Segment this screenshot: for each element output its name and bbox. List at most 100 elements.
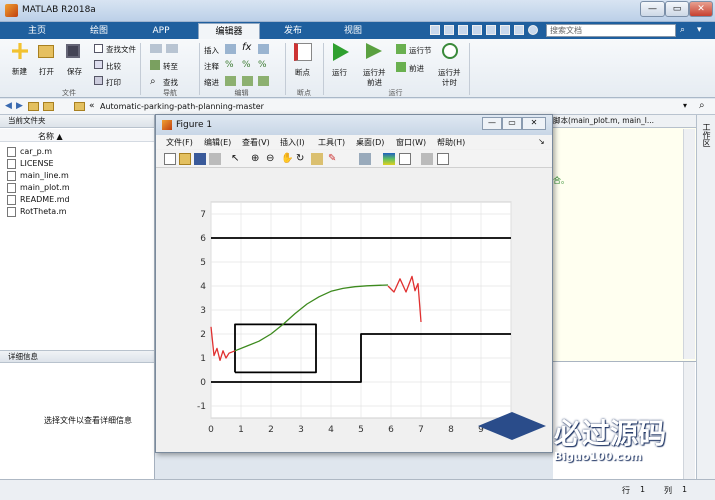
file-item[interactable]: README.md (7, 195, 70, 205)
rotate-3d-icon[interactable]: ↻ (296, 153, 308, 165)
print-figure-icon[interactable] (209, 153, 221, 165)
open-file-icon[interactable] (179, 153, 191, 165)
paste-icon[interactable] (472, 25, 482, 35)
decrease-indent-icon[interactable] (258, 76, 269, 86)
run-button[interactable]: 运行 (332, 67, 347, 78)
comment-button[interactable]: 注释 (204, 61, 219, 72)
status-bar: 行 1 列 1 (0, 479, 715, 500)
edit-plot-icon[interactable]: ↖ (231, 153, 243, 165)
find-button[interactable]: 查找 (163, 77, 178, 88)
compare-button[interactable]: 比较 (106, 61, 121, 72)
fx-icon[interactable]: fx (242, 42, 251, 53)
help-icon[interactable] (528, 25, 538, 35)
new-button[interactable]: 新建 (12, 66, 27, 77)
legend-icon[interactable] (399, 153, 411, 165)
increase-indent-icon[interactable] (242, 76, 253, 86)
advance-button[interactable]: 前进 (409, 63, 424, 74)
file-item[interactable]: car_p.m (7, 147, 52, 157)
maximize-button[interactable]: ▭ (665, 1, 689, 17)
data-cursor-icon[interactable] (311, 153, 323, 165)
find-files-button[interactable]: 查找文件 (106, 44, 136, 55)
run-section-button[interactable]: 运行节 (409, 45, 432, 56)
column-header-name[interactable]: 名称 ▲ (0, 129, 154, 142)
figure-window[interactable]: Figure 1 — ▭ ✕ 文件(F) 编辑(E) 查看(V) 插入(I) 工… (155, 114, 553, 453)
tab-plots[interactable]: 绘图 (74, 23, 124, 39)
copy-icon[interactable] (458, 25, 468, 35)
link-plot-icon[interactable] (359, 153, 371, 165)
x-tick-label: 3 (298, 425, 304, 435)
figure-close-button[interactable]: ✕ (522, 117, 546, 130)
redo-icon[interactable] (500, 25, 510, 35)
tab-apps[interactable]: APP (136, 23, 186, 39)
minimize-button[interactable]: — (640, 1, 665, 17)
save-button[interactable]: 保存 (67, 66, 82, 77)
tab-view[interactable]: 视图 (326, 23, 380, 39)
forward-icon[interactable]: ▶ (16, 101, 23, 111)
path-dropdown-icon[interactable]: ▾ (683, 101, 687, 110)
menu-view[interactable]: 查看(V) (242, 137, 270, 148)
file-item[interactable]: main_line.m (7, 171, 69, 181)
y-tick-label: 5 (200, 258, 206, 268)
tab-editor[interactable]: 编辑器 (198, 23, 260, 39)
back-icon[interactable]: ◀ (5, 101, 12, 111)
file-item[interactable]: main_plot.m (7, 183, 70, 193)
indent-button[interactable]: 缩进 (204, 77, 219, 88)
forward-history-icon[interactable] (166, 44, 178, 53)
breakpoints-button[interactable]: 断点 (295, 67, 310, 78)
menu-dock-icon[interactable]: ↘ (538, 137, 545, 146)
hide-plot-tools-icon[interactable] (421, 153, 433, 165)
cut-icon[interactable] (444, 25, 454, 35)
editor-tabs[interactable]: 脚本(main_plot.m, main_l... (553, 115, 696, 128)
insert-section-icon[interactable] (225, 44, 236, 54)
back-history-icon[interactable] (150, 44, 162, 53)
editor-scrollbar[interactable] (683, 129, 695, 359)
menu-file[interactable]: 文件(F) (166, 137, 193, 148)
goto-button[interactable]: 转至 (163, 61, 178, 72)
filter-icon[interactable]: ▾ (697, 25, 702, 35)
workspace-label[interactable]: 工作区 (701, 123, 712, 147)
smart-indent-icon[interactable] (225, 76, 236, 86)
save-icon[interactable] (430, 25, 440, 35)
save-figure-icon[interactable] (194, 153, 206, 165)
print-button[interactable]: 打印 (106, 77, 121, 88)
file-item[interactable]: LICENSE (7, 159, 54, 169)
menu-edit[interactable]: 编辑(E) (204, 137, 231, 148)
path-text[interactable]: Automatic-parking-path-planning-master (100, 102, 264, 111)
browse-folder-icon[interactable] (43, 102, 54, 111)
y-tick-label: 6 (200, 234, 206, 244)
file-icon (7, 159, 16, 169)
details-header: 详细信息 (0, 350, 154, 363)
tab-home[interactable]: 主页 (12, 23, 62, 39)
menu-desktop[interactable]: 桌面(D) (356, 137, 384, 148)
zoom-out-icon[interactable]: ⊖ (266, 153, 278, 165)
menu-insert[interactable]: 插入(I) (280, 137, 305, 148)
open-button[interactable]: 打开 (39, 66, 54, 77)
path-search-icon[interactable]: ⌕ (699, 100, 705, 111)
search-icon[interactable]: ⌕ (680, 25, 685, 35)
show-plot-tools-icon[interactable] (437, 153, 449, 165)
insert-button[interactable]: 插入 (204, 45, 219, 56)
figure-maximize-button[interactable]: ▭ (502, 117, 522, 130)
undo-icon[interactable] (486, 25, 496, 35)
menu-help[interactable]: 帮助(H) (437, 137, 465, 148)
file-item[interactable]: RotTheta.m (7, 207, 66, 217)
comment-icon[interactable]: % (225, 60, 234, 70)
figure-minimize-button[interactable]: — (482, 117, 502, 130)
brush-icon[interactable]: ✎ (328, 153, 340, 165)
menu-window[interactable]: 窗口(W) (396, 137, 426, 148)
uncomment-icon[interactable]: % (242, 60, 251, 70)
pan-icon[interactable]: ✋ (281, 153, 293, 165)
close-button[interactable]: ✕ (689, 1, 713, 17)
x-tick-label: 6 (388, 425, 394, 435)
menu-tools[interactable]: 工具(T) (318, 137, 345, 148)
new-figure-icon[interactable] (164, 153, 176, 165)
wrap-comment-icon[interactable]: % (258, 60, 267, 70)
switch-window-icon[interactable] (514, 25, 524, 35)
figure-title: Figure 1 (176, 120, 213, 130)
insert-function-icon[interactable] (258, 44, 269, 54)
search-documentation-input[interactable]: 搜索文档 (546, 24, 676, 37)
tab-publish[interactable]: 发布 (266, 23, 320, 39)
colorbar-icon[interactable] (383, 153, 395, 165)
zoom-in-icon[interactable]: ⊕ (251, 153, 263, 165)
up-folder-icon[interactable] (28, 102, 39, 111)
